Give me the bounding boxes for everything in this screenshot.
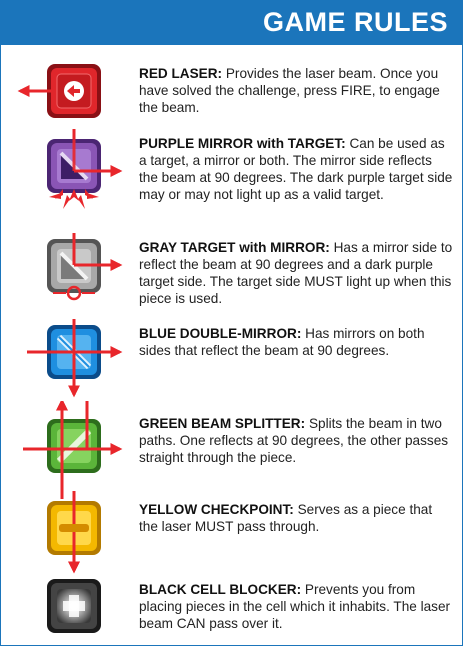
rule-title: GRAY TARGET with MIRROR: <box>139 240 330 255</box>
gray-target-mirror-icon <box>47 233 123 301</box>
rule-title: BLACK CELL BLOCKER: <box>139 582 302 597</box>
yellow-checkpoint-icon <box>47 491 101 574</box>
green-beam-splitter-icon <box>23 401 123 499</box>
page-title: GAME RULES <box>262 7 448 37</box>
game-rules-panel: GAME RULES RED LASER: Provides the laser… <box>0 0 463 646</box>
rule-title: GREEN BEAM SPLITTER: <box>139 416 306 431</box>
black-cell-blocker-icon <box>47 579 101 633</box>
rule-title: RED LASER: <box>139 66 223 81</box>
purple-mirror-target-icon <box>47 129 123 209</box>
blue-double-mirror-icon <box>27 319 123 398</box>
rule-title: BLUE DOUBLE-MIRROR: <box>139 326 302 341</box>
header-bar: GAME RULES <box>1 1 462 45</box>
rule-title: YELLOW CHECKPOINT: <box>139 502 294 517</box>
rule-title: PURPLE MIRROR with TARGET: <box>139 136 346 151</box>
